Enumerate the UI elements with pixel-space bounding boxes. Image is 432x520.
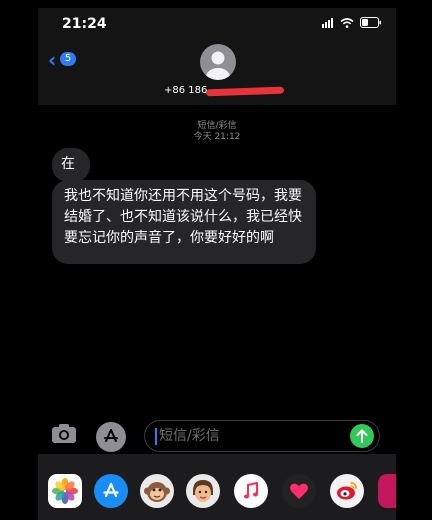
weibo-icon [337,482,357,500]
conversation-header: 21:24 ‹ 5 +86 186 [38,8,396,105]
redaction-mark [205,86,285,97]
message-input[interactable]: 短信/彩信 [144,420,380,452]
photos-app-button[interactable] [48,474,82,508]
messages-screen: 21:24 ‹ 5 +86 186 短信/彩信 今天 21:12 在 我也不知道… [38,8,396,520]
message-timestamp: 今天 21:12 [193,132,241,142]
app-drawer-overflow[interactable] [378,474,396,508]
monkey-memoji-icon [144,482,170,502]
text-cursor [155,427,157,445]
memoji-app-button[interactable] [186,474,220,508]
app-store-icon [103,482,119,498]
weibo-app-button[interactable] [330,474,364,508]
avatar[interactable] [200,44,236,80]
status-icons [322,17,382,28]
incoming-message-bubble[interactable]: 在 [52,148,90,182]
memoji-icon [193,480,213,502]
send-button[interactable] [350,424,374,448]
incoming-message-bubble[interactable]: 我也不知道你还用不用这个号码，我要结婚了、也不知道该说什么，我已经快要忘记你的声… [52,180,316,264]
back-unread-badge[interactable]: 5 [60,52,76,66]
battery-icon [360,17,381,28]
status-time: 21:24 [62,16,107,32]
person-silhouette-icon [206,51,230,80]
digital-touch-app-button[interactable] [282,474,316,508]
music-app-button[interactable] [234,474,268,508]
camera-icon[interactable] [50,422,78,446]
app-store-app-button[interactable] [94,474,128,508]
app-store-button[interactable] [96,422,126,452]
music-icon [244,481,258,499]
photos-icon [52,478,78,504]
back-chevron-icon[interactable]: ‹ [48,50,56,70]
wifi-icon [340,17,354,28]
animoji-app-button[interactable] [140,474,174,508]
app-store-icon [104,429,118,442]
digital-touch-icon [290,483,308,499]
app-drawer [38,454,396,520]
contact-number[interactable]: +86 186 [164,85,207,96]
arrow-up-icon [356,429,368,443]
input-placeholder: 短信/彩信 [159,428,220,444]
cellular-signal-icon [322,17,334,28]
